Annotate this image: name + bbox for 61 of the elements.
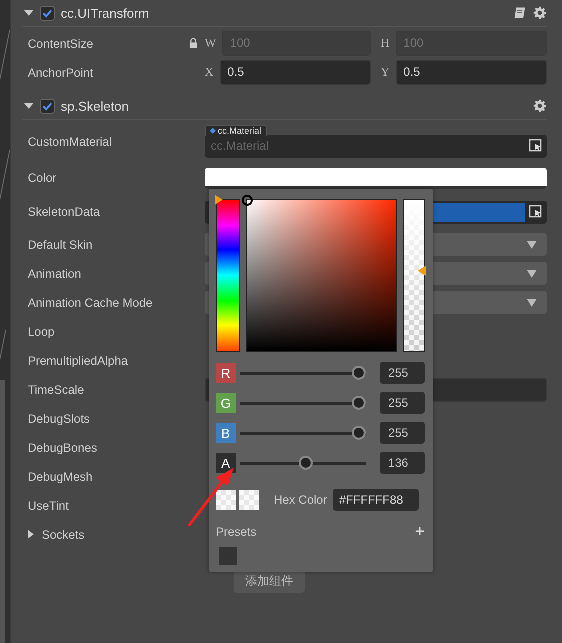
presets-label: Presets: [216, 525, 257, 539]
caret-icon: [527, 298, 537, 306]
slider-thumb[interactable]: [352, 366, 366, 380]
book-icon[interactable]: [513, 6, 527, 20]
property-label: Color: [28, 171, 57, 185]
channel-value-field[interactable]: 255: [380, 362, 425, 384]
hue-marker-icon[interactable]: [215, 195, 223, 205]
slider-thumb[interactable]: [352, 396, 366, 410]
channel-label: B: [216, 423, 236, 443]
channel-label: G: [216, 393, 236, 413]
property-label: ContentSize: [28, 36, 94, 50]
slider-thumb[interactable]: [352, 426, 366, 440]
add-preset-button[interactable]: +: [415, 525, 425, 539]
alpha-strip[interactable]: [403, 199, 425, 352]
caret-icon: [527, 240, 537, 248]
caret-icon: [527, 270, 537, 278]
preset-swatch[interactable]: [219, 547, 237, 565]
pick-icon[interactable]: [529, 205, 543, 219]
property-label: DebugSlots: [28, 412, 90, 426]
component-title: sp.Skeleton: [61, 98, 130, 114]
number-field[interactable]: 0.5: [220, 60, 371, 85]
expand-arrow-icon[interactable]: [24, 101, 34, 111]
property-label: CustomMaterial: [28, 135, 112, 149]
settings-icon[interactable]: [533, 6, 547, 20]
channel-value-field[interactable]: 255: [380, 422, 425, 444]
property-label: PremultipliedAlpha: [28, 354, 128, 368]
enable-checkbox[interactable]: [40, 6, 55, 20]
property-label: Default Skin: [28, 238, 93, 252]
property-label: Animation: [28, 266, 82, 280]
hex-color-label: Hex Color: [274, 493, 328, 507]
property-label: DebugMesh: [28, 470, 93, 484]
slider-thumb[interactable]: [299, 456, 314, 470]
number-field[interactable]: 0.5: [396, 60, 547, 85]
color-field[interactable]: [205, 168, 547, 188]
property-label: TimeScale: [28, 382, 84, 396]
axis-label: X: [205, 65, 214, 80]
pick-icon[interactable]: [529, 139, 543, 153]
axis-label: W: [205, 36, 216, 51]
axis-label: Y: [381, 65, 390, 80]
expand-arrow-icon[interactable]: [28, 530, 34, 538]
channel-value-field[interactable]: 255: [380, 392, 425, 414]
property-label: UseTint: [28, 498, 69, 512]
channel-label: R: [216, 363, 236, 383]
expand-arrow-icon[interactable]: [24, 8, 34, 18]
new-color-swatch: [216, 490, 236, 510]
channel-label: A: [216, 453, 236, 473]
property-label: DebugBones: [28, 440, 98, 454]
property-label: Loop: [28, 324, 55, 338]
asset-type-tag: cc.Material: [205, 124, 267, 136]
alpha-marker-icon[interactable]: [418, 266, 426, 276]
axis-label: H: [381, 36, 390, 51]
component-title: cc.UITransform: [61, 6, 150, 20]
property-label: AnchorPoint: [28, 66, 94, 80]
enable-checkbox[interactable]: [40, 98, 55, 114]
settings-icon[interactable]: [533, 99, 547, 113]
channel-value-field[interactable]: 136: [380, 452, 425, 474]
property-label: Animation Cache Mode: [28, 296, 153, 310]
group-label[interactable]: Sockets: [28, 528, 85, 542]
hex-color-field[interactable]: #FFFFFF88: [333, 489, 420, 511]
old-color-swatch: [239, 490, 259, 510]
property-label: SkeletonData: [28, 205, 100, 219]
